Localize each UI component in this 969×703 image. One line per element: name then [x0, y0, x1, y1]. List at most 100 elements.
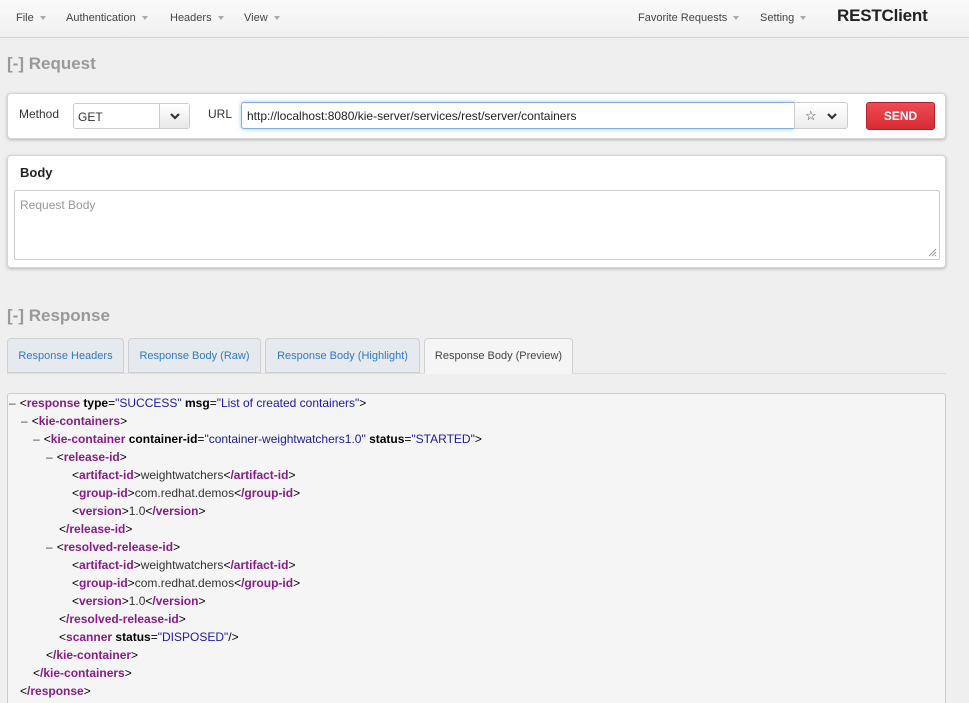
xml-tag: /artifact-id	[230, 468, 289, 482]
caret-down-icon	[217, 16, 224, 21]
method-select[interactable]: GET	[73, 103, 190, 129]
xml-tag: group-id	[79, 576, 128, 590]
xml-group-id-line: <group-id>com.redhat.demos</group-id>	[72, 486, 301, 500]
xml-tag: version	[79, 594, 122, 608]
xml-text: 1.0	[128, 504, 146, 518]
xml-text: weightwatchers	[140, 468, 224, 482]
file-menu[interactable]: File	[16, 12, 46, 24]
xml-text: weightwatchers	[140, 558, 224, 572]
xml-tag: group-id	[79, 486, 128, 500]
xml-kie-containers-close: </kie-containers>	[33, 666, 132, 680]
xml-tag: /release-id	[66, 522, 126, 536]
xml-group-id-line: <group-id>com.redhat.demos</group-id>	[72, 576, 301, 590]
xml-artifact-id-line: <artifact-id>weightwatchers</artifact-id…	[72, 558, 296, 572]
xml-kie-container-close: </kie-container>	[46, 648, 139, 662]
caret-down-icon	[141, 16, 148, 21]
favorite-requests-label: Favorite Requests	[638, 12, 728, 24]
method-dropdown-button[interactable]	[159, 104, 189, 128]
xml-tag: /version	[152, 504, 199, 518]
xml-response-close: </response>	[20, 684, 91, 698]
url-favorite-addon[interactable]: ☆	[794, 102, 848, 129]
collapse-toggle[interactable]: –	[21, 414, 28, 428]
xml-text: com.redhat.demos	[134, 576, 235, 590]
collapse-toggle[interactable]: –	[46, 540, 53, 554]
headers-menu[interactable]: Headers	[170, 12, 224, 24]
xml-tag: /response	[27, 684, 84, 698]
brand-logo[interactable]: RESTClient	[837, 6, 928, 26]
xml-attr: container-id	[128, 432, 198, 446]
method-value: GET	[78, 110, 103, 124]
xml-kie-container-open: – <kie-container container-id="container-…	[33, 432, 482, 446]
body-title: Body	[20, 165, 53, 180]
xml-tag: release-id	[63, 450, 120, 464]
collapse-toggle[interactable]: –	[46, 450, 53, 464]
xml-tag: /version	[152, 594, 199, 608]
url-input[interactable]	[241, 102, 795, 129]
xml-kie-containers-open: – <kie-containers>	[21, 414, 128, 428]
send-button[interactable]: SEND	[866, 102, 935, 130]
caret-down-icon	[39, 16, 46, 21]
xml-attr: type	[83, 396, 109, 410]
xml-attr: msg	[185, 396, 210, 410]
tab-response-body-highlight[interactable]: Response Body (Highlight)	[265, 338, 420, 373]
collapse-toggle[interactable]: –	[33, 432, 40, 446]
xml-tag: kie-containers	[38, 414, 121, 428]
file-menu-label: File	[16, 12, 34, 24]
tab-response-body-raw[interactable]: Response Body (Raw)	[128, 338, 261, 373]
chevron-down-icon	[170, 113, 180, 120]
xml-tag: scanner	[66, 630, 113, 644]
xml-release-id-close: </release-id>	[59, 522, 133, 536]
tab-response-body-preview[interactable]: Response Body (Preview)	[424, 338, 573, 374]
xml-tag: version	[79, 504, 122, 518]
xml-attr-value: "container-weightwatchers1.0"	[204, 432, 366, 446]
xml-version-line: <version>1.0</version>	[72, 504, 206, 518]
xml-tag: artifact-id	[79, 468, 134, 482]
xml-tag: /kie-containers	[40, 666, 125, 680]
xml-resolved-release-id-open: – <resolved-release-id>	[46, 540, 181, 554]
xml-attr-value: "STARTED"	[411, 432, 475, 446]
xml-attr-value: "DISPOSED"	[157, 630, 229, 644]
xml-tag: /group-id	[241, 576, 294, 590]
xml-scanner-line: <scanner status="DISPOSED"/>	[59, 630, 239, 644]
xml-attr: status	[369, 432, 405, 446]
resize-grip-icon[interactable]	[928, 248, 937, 257]
xml-attr-value: "List of created containers"	[216, 396, 360, 410]
collapse-toggle[interactable]: –	[9, 396, 16, 410]
xml-tag: /kie-container	[53, 648, 132, 662]
xml-tag: /group-id	[241, 486, 294, 500]
top-navbar: File Authentication Headers View Favorit…	[0, 0, 969, 38]
setting-menu[interactable]: Setting	[760, 12, 807, 24]
xml-attr-value: "SUCCESS"	[115, 396, 182, 410]
caret-down-icon	[800, 16, 807, 21]
xml-tag: /resolved-release-id	[66, 612, 179, 626]
authentication-menu[interactable]: Authentication	[66, 12, 148, 24]
url-label: URL	[208, 107, 233, 121]
favorite-requests-menu[interactable]: Favorite Requests	[638, 12, 740, 24]
xml-tag: /artifact-id	[230, 558, 289, 572]
star-icon[interactable]: ☆	[805, 108, 817, 124]
xml-version-line: <version>1.0</version>	[72, 594, 206, 608]
tab-response-headers[interactable]: Response Headers	[7, 338, 124, 373]
xml-attr: status	[115, 630, 151, 644]
chevron-down-icon[interactable]	[827, 111, 837, 121]
xml-response-open: – <response type="SUCCESS" msg="List of c…	[9, 396, 367, 410]
view-menu-label: View	[244, 12, 268, 24]
request-section-toggle[interactable]: [-] Request	[7, 54, 96, 74]
headers-menu-label: Headers	[170, 12, 212, 24]
xml-text: 1.0	[128, 594, 146, 608]
xml-resolved-release-id-close: </resolved-release-id>	[59, 612, 186, 626]
xml-tag: artifact-id	[79, 558, 134, 572]
xml-artifact-id-line: <artifact-id>weightwatchers</artifact-id…	[72, 468, 296, 482]
caret-down-icon	[733, 16, 740, 21]
request-body-textarea[interactable]: Request Body	[14, 190, 940, 260]
xml-tag: kie-container	[50, 432, 126, 446]
xml-text: com.redhat.demos	[134, 486, 235, 500]
setting-menu-label: Setting	[760, 12, 795, 24]
xml-tag: response	[26, 396, 81, 410]
authentication-menu-label: Authentication	[66, 12, 136, 24]
response-section-toggle[interactable]: [-] Response	[7, 306, 110, 326]
xml-tag: resolved-release-id	[63, 540, 174, 554]
method-label: Method	[19, 107, 60, 121]
view-menu[interactable]: View	[244, 12, 280, 24]
request-body-placeholder: Request Body	[20, 198, 96, 212]
